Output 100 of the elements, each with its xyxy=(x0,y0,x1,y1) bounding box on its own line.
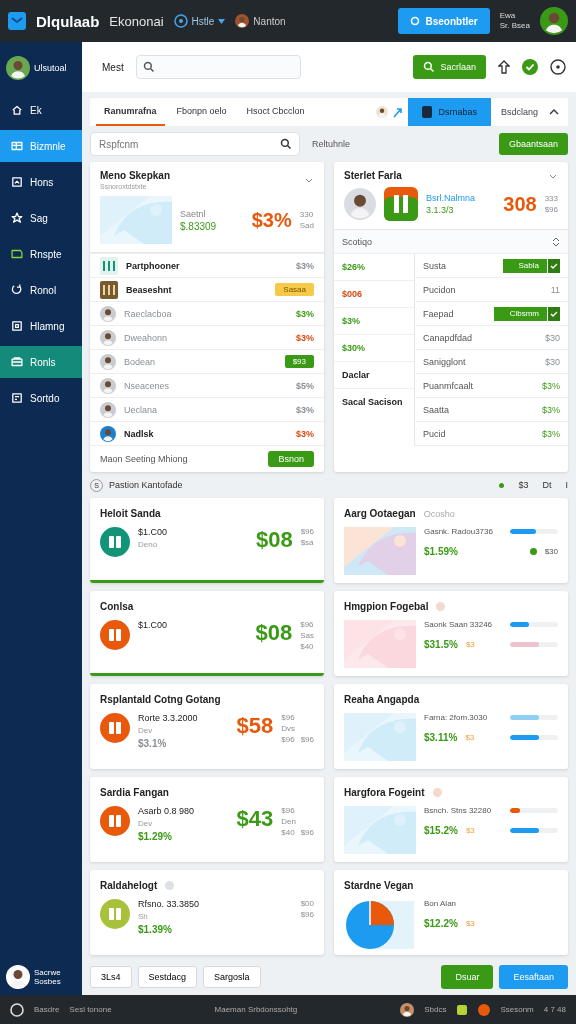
section-title: Pastion Kantofade xyxy=(109,480,184,490)
amount: Asarb 0.8 980 xyxy=(138,806,196,816)
section-label: Scotiqo xyxy=(342,236,373,247)
row-label: Pucidon xyxy=(423,284,456,295)
footer-tab[interactable]: Sargosla xyxy=(203,966,261,988)
check-icon[interactable] xyxy=(548,258,560,273)
row-button[interactable]: Sabla xyxy=(502,258,547,273)
tab[interactable]: Fbonpn oelo xyxy=(168,98,235,126)
row-value: $3% xyxy=(296,260,314,271)
filter-field[interactable]: Rspfcnm xyxy=(90,132,300,156)
row-label: Bodean xyxy=(124,356,157,367)
row-value: $3% xyxy=(296,332,314,343)
check-icon[interactable] xyxy=(522,59,538,75)
target-icon[interactable] xyxy=(550,59,566,75)
unit-label: $3 xyxy=(465,826,475,835)
user-name: Sacrwe xyxy=(34,968,61,977)
card-title: Hargfora Fogeint xyxy=(344,787,425,798)
amount: $1.C00 xyxy=(138,620,169,630)
row-label: Saatta xyxy=(423,404,450,415)
metric-value: $006 xyxy=(334,281,414,308)
stat-label: Den xyxy=(281,817,297,826)
user-name: Ulsutoal xyxy=(34,63,67,73)
arrow-icon[interactable] xyxy=(392,106,405,118)
stat-label: $96 xyxy=(544,205,558,214)
sort-icon[interactable] xyxy=(552,236,560,247)
footer-tab[interactable]: Sestdacg xyxy=(137,966,198,988)
metric-value: $26% xyxy=(334,254,414,281)
row-value: $30 xyxy=(544,356,560,367)
dashboard-tab[interactable]: Dsrnabas xyxy=(408,98,491,126)
stat-label: $sa xyxy=(300,538,314,547)
user-avatar xyxy=(344,188,376,220)
row-button[interactable]: Clbsmm xyxy=(493,306,547,321)
stat-label: $96 xyxy=(300,527,314,536)
sidebar-item[interactable]: Ronls xyxy=(0,346,82,378)
row-value: $3% xyxy=(296,428,314,439)
footer-text: Maon Seeting Mhiong xyxy=(100,454,188,464)
note: Dev xyxy=(138,726,154,735)
caret-icon xyxy=(218,18,226,24)
row-value: $3% xyxy=(296,404,314,415)
big-value: $43 xyxy=(236,806,274,832)
status-message: Maeman Srbdonssohtg xyxy=(214,1005,298,1014)
section-item[interactable]: I xyxy=(565,480,568,490)
menu-icon xyxy=(10,175,24,189)
amount: Rorte 3.3.2000 xyxy=(138,713,199,723)
metric-label: Bon Alan xyxy=(424,899,458,908)
nav-dropdown[interactable]: Hstle xyxy=(173,14,226,28)
card-title: Sardia Fangan xyxy=(100,787,169,798)
search-field[interactable] xyxy=(135,55,301,79)
avatar-icon xyxy=(100,305,116,322)
status-dot-icon xyxy=(529,548,537,555)
metric-label: Sacal Sacison xyxy=(341,396,404,409)
upload-icon[interactable] xyxy=(498,60,510,74)
row-value: $3% xyxy=(542,380,560,391)
check-icon[interactable] xyxy=(548,306,560,321)
note: Deno xyxy=(138,540,159,549)
row-value: $3% xyxy=(542,428,560,439)
sidebar-item[interactable]: Hons xyxy=(0,166,82,198)
section-item[interactable]: Dt xyxy=(542,480,552,490)
sidebar-item[interactable]: Ronol xyxy=(0,274,82,306)
stat-label: $00 xyxy=(300,899,314,908)
search-button[interactable]: Sacrlaan xyxy=(413,55,486,79)
row-label: Canapdfdad xyxy=(423,332,473,343)
change-value: $1.59% xyxy=(424,546,458,557)
app-icon[interactable] xyxy=(10,1002,24,1017)
user-name: Sbdcs xyxy=(424,1005,447,1014)
footer-tab[interactable]: 3Ls4 xyxy=(90,966,132,988)
unit-label: $3 xyxy=(465,733,475,742)
tab[interactable]: Bsdclang xyxy=(494,107,544,117)
change-value: $1.29% xyxy=(138,831,173,842)
row-label: Pucid xyxy=(423,428,446,439)
tab[interactable]: Ranumrafna xyxy=(96,98,165,126)
apply-button[interactable]: Gbaantsaan xyxy=(498,133,568,155)
avatar-icon xyxy=(235,14,250,28)
sidebar-item[interactable]: Hlamng xyxy=(0,310,82,342)
stat-label: Dvs xyxy=(281,724,297,733)
row-label: Dweahonn xyxy=(124,332,169,343)
stat-label: $96 xyxy=(281,713,296,722)
tab[interactable]: Hsoct Cbcclon xyxy=(238,98,313,126)
item-icon xyxy=(100,280,118,299)
filter-label: Reltuhnle xyxy=(312,139,351,149)
sidebar-item[interactable]: Rnspte xyxy=(0,238,82,270)
menu-icon xyxy=(10,319,24,333)
menu-icon xyxy=(10,247,24,261)
search-icon xyxy=(280,138,292,150)
sidebar-item[interactable]: Ek xyxy=(0,94,82,126)
menu-icon xyxy=(10,355,24,369)
row-label: Ueclana xyxy=(124,404,159,415)
nav-user[interactable]: Nanton xyxy=(235,14,286,28)
row-label: Nadlsk xyxy=(124,428,155,439)
secondary-button[interactable]: Dsuar xyxy=(441,965,494,989)
record-icon[interactable] xyxy=(478,1003,491,1016)
avatar-icon xyxy=(100,377,116,394)
card-title: Reaha Angapda xyxy=(344,694,420,705)
status-text: Sr. Bsea xyxy=(499,21,530,31)
sidebar-item[interactable]: Sortdo xyxy=(0,382,82,414)
footer-button[interactable]: Bsnon xyxy=(268,451,314,467)
sidebar-item[interactable]: Sag xyxy=(0,202,82,234)
section-item[interactable]: $3 xyxy=(518,480,529,490)
row-label: Raeclacboa xyxy=(124,308,173,319)
user-icon xyxy=(376,106,389,118)
